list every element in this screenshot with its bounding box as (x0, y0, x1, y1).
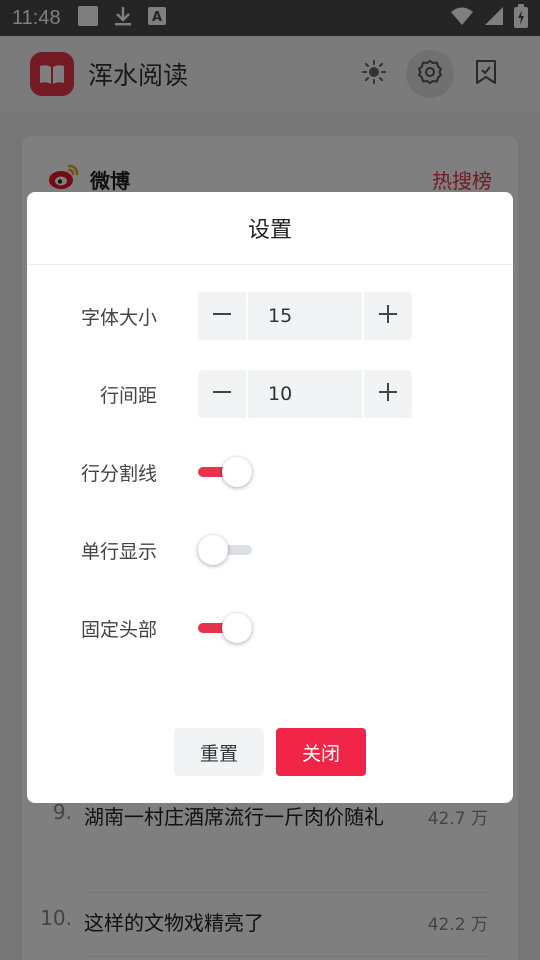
fixed-header-label: 固定头部 (80, 618, 157, 641)
toggle-knob (222, 613, 252, 643)
toggle-knob (198, 535, 228, 565)
line-spacing-increase-button[interactable] (364, 370, 412, 418)
line-spacing-label: 行间距 (99, 384, 157, 407)
font-size-row: 字体大小 15 (27, 292, 513, 340)
fixed-header-toggle[interactable] (198, 613, 252, 643)
line-divider-toggle[interactable] (198, 457, 252, 487)
close-button[interactable]: 关闭 (276, 728, 366, 776)
font-size-stepper: 15 (198, 292, 412, 340)
line-spacing-decrease-button[interactable] (198, 370, 246, 418)
minus-icon (212, 304, 232, 328)
font-size-label: 字体大小 (80, 306, 157, 329)
plus-icon (378, 304, 398, 328)
single-line-toggle[interactable] (198, 535, 252, 565)
fixed-header-row: 固定头部 (27, 604, 513, 652)
font-size-increase-button[interactable] (364, 292, 412, 340)
font-size-input[interactable]: 15 (246, 292, 364, 340)
settings-dialog: 设置 字体大小 15 行间距 10 行分割线 单行显示 固定头部 重置 关闭 (27, 192, 513, 803)
line-spacing-row: 行间距 10 (27, 370, 513, 418)
line-spacing-stepper: 10 (198, 370, 412, 418)
plus-icon (378, 382, 398, 406)
line-divider-label: 行分割线 (80, 462, 157, 485)
single-line-label: 单行显示 (80, 540, 157, 563)
line-spacing-input[interactable]: 10 (246, 370, 364, 418)
dialog-footer: 重置 关闭 (27, 728, 513, 776)
dialog-title: 设置 (27, 192, 513, 265)
font-size-decrease-button[interactable] (198, 292, 246, 340)
line-divider-row: 行分割线 (27, 448, 513, 496)
reset-button[interactable]: 重置 (174, 728, 264, 776)
minus-icon (212, 382, 232, 406)
toggle-knob (222, 457, 252, 487)
single-line-row: 单行显示 (27, 526, 513, 574)
